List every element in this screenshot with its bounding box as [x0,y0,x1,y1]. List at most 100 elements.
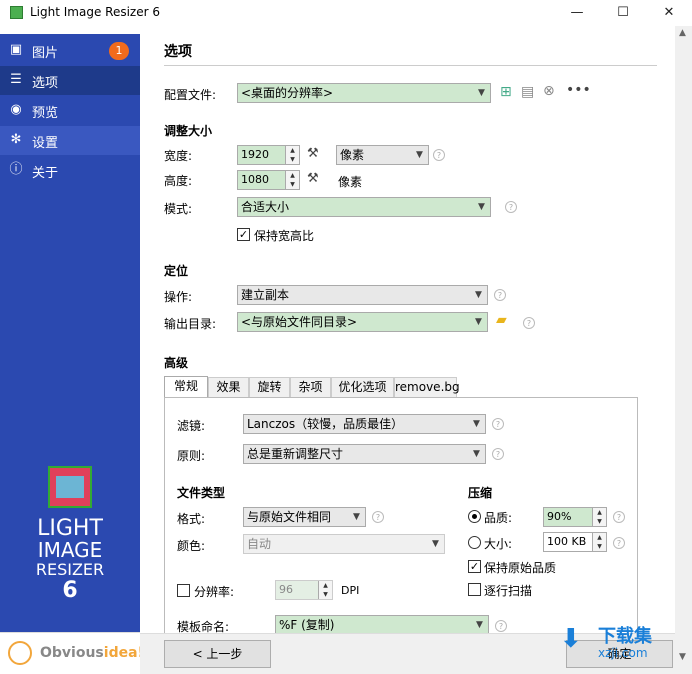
dpi-unit: DPI [341,584,360,597]
template-value: %F (复制) [279,618,335,632]
help-icon[interactable]: ? [492,418,504,430]
chevron-down-icon: ▼ [478,88,485,98]
minimize-button[interactable]: — [554,0,600,26]
height-stepper[interactable]: 1080 ▲ ▼ [237,170,300,190]
progressive-checkbox[interactable] [468,583,481,596]
resize-header: 调整大小 [164,124,213,138]
scroll-down-icon[interactable]: ▼ [679,652,686,662]
chevron-down-icon: ▼ [476,620,483,630]
help-icon[interactable]: ? [433,149,445,161]
action-label: 操作: [164,290,193,304]
delete-profile-icon[interactable]: ⊗ [543,83,555,99]
help-icon[interactable]: ? [613,537,625,549]
size-label: 大小: [484,537,513,551]
quality-label: 品质: [484,511,513,525]
magic-wand-icon[interactable]: ⚒ [307,171,319,186]
size-value: 100 KB [547,535,587,548]
profile-value: <桌面的分辨率> [241,86,334,100]
keep-ratio-label: 保持宽高比 [254,229,315,243]
chevron-down-icon: ▼ [475,290,482,300]
watermark-brand: 下载集 [598,626,652,647]
scroll-up-icon[interactable]: ▲ [679,28,686,38]
format-select[interactable]: 与原始文件相同 ▼ [243,507,366,527]
height-value: 1080 [241,173,269,186]
mode-value: 合适大小 [241,200,290,214]
dpi-checkbox[interactable] [177,584,190,597]
tab-effects[interactable]: 效果 [208,377,249,398]
profile-select[interactable]: <桌面的分辨率> ▼ [237,83,491,103]
folder-icon[interactable]: ▰ [496,312,507,328]
filter-label: 滤镜: [177,419,206,433]
unit-select[interactable]: 像素 ▼ [336,145,429,165]
action-value: 建立副本 [241,288,290,302]
sidebar-item-label: 选项 [32,76,59,91]
rule-select[interactable]: 总是重新调整尺寸 ▼ [243,444,486,464]
help-icon[interactable]: ? [613,511,625,523]
tab-optimize[interactable]: 优化选项 [331,377,394,398]
rule-value: 总是重新调整尺寸 [247,447,344,461]
action-select[interactable]: 建立副本 ▼ [237,285,488,305]
output-value: <与原始文件同目录> [241,315,358,329]
width-label: 宽度: [164,149,193,163]
stepper-arrows-icon[interactable]: ▲ ▼ [285,146,299,164]
tab-rotate[interactable]: 旋转 [249,377,290,398]
size-stepper[interactable]: 100 KB ▲ ▼ [543,532,607,552]
stepper-arrows-icon[interactable]: ▲ ▼ [592,508,606,526]
tab-removebg[interactable]: remove.bg [394,377,460,398]
sidebar-item-label: 设置 [32,136,59,151]
help-icon[interactable]: ? [492,448,504,460]
sidebar-item-settings[interactable]: ✻ 设置 [0,126,140,155]
eye-icon: ◉ [10,102,22,117]
filetype-header: 文件类型 [177,486,226,500]
help-icon[interactable]: ? [523,317,535,329]
output-select[interactable]: <与原始文件同目录> ▼ [237,312,488,332]
save-profile-icon[interactable]: ▤ [521,84,534,100]
help-icon[interactable]: ? [372,511,384,523]
app-icon [10,6,23,19]
chevron-down-icon: ▼ [432,539,439,549]
window-title: Light Image Resizer 6 [30,5,160,19]
quality-stepper[interactable]: 90% ▲ ▼ [543,507,607,527]
tab-misc[interactable]: 杂项 [290,377,331,398]
help-icon[interactable]: ? [505,201,517,213]
quality-value: 90% [547,510,572,523]
close-button[interactable]: ✕ [646,0,692,26]
sidebar-item-about[interactable]: ⓘ 关于 [0,156,140,185]
title-divider [164,65,657,66]
help-icon[interactable]: ? [494,289,506,301]
filter-value: Lanczos（较慢，品质最佳） [247,417,404,431]
dpi-value: 96 [279,583,293,596]
vendor-name: Obvious [40,645,104,661]
keep-ratio-checkbox[interactable]: ✓ [237,228,250,241]
width-stepper[interactable]: 1920 ▲ ▼ [237,145,300,165]
sidebar-item-options[interactable]: ☰ 选项 [0,66,140,95]
dpi-label: 分辨率: [194,585,235,599]
more-options-icon[interactable]: ••• [566,82,591,98]
sidebar-item-images[interactable]: ▣ 图片 1 [0,36,140,65]
watermark-url: xzji.com [598,646,648,660]
vertical-scrollbar[interactable]: ▲ ▼ [675,26,692,674]
filter-select[interactable]: Lanczos（较慢，品质最佳） ▼ [243,414,486,434]
profile-label: 配置文件: [164,88,217,102]
height-label: 高度: [164,174,193,188]
maximize-button[interactable]: ☐ [600,0,646,26]
help-icon[interactable]: ? [495,620,507,632]
tab-general[interactable]: 常规 [164,376,208,398]
vendor-logo[interactable]: Obviousidea! [0,632,144,674]
add-profile-icon[interactable]: ⊞ [500,84,512,100]
stepper-arrows-icon[interactable]: ▲ ▼ [592,533,606,551]
chevron-down-icon: ▼ [475,317,482,327]
watermark: ⬇ 下载集 xzji.com [560,620,680,670]
mode-select[interactable]: 合适大小 ▼ [237,197,491,217]
stepper-arrows-icon[interactable]: ▲ ▼ [285,171,299,189]
magic-wand-icon[interactable]: ⚒ [307,146,319,161]
target-header: 定位 [164,264,189,278]
download-arrow-icon: ⬇ [560,624,582,654]
back-button[interactable]: < 上一步 [164,640,271,668]
gear-icon: ✻ [10,132,22,147]
quality-radio[interactable] [468,510,481,523]
sidebar-item-preview[interactable]: ◉ 预览 [0,96,140,125]
keep-quality-checkbox[interactable]: ✓ [468,560,481,573]
template-select[interactable]: %F (复制) ▼ [275,615,489,635]
size-radio[interactable] [468,536,481,549]
